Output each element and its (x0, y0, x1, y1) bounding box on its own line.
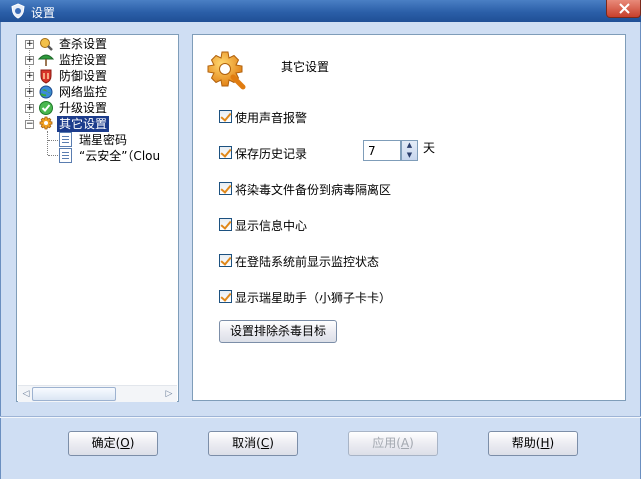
apply-button[interactable]: 应用(A) (348, 431, 438, 456)
tree-item-monitor-settings[interactable]: + 监控设置 (17, 52, 177, 68)
tree-item-scan-settings[interactable]: + 查杀设置 (17, 36, 177, 52)
show-assistant-checkbox[interactable] (219, 290, 232, 303)
tree-item-label: “云安全”（Clou (79, 149, 161, 163)
expand-icon[interactable]: + (25, 104, 34, 113)
settings-tree: + 查杀设置 + 监控设置 + 防御设置 + 网络监控 + 升级设置 − 其它设… (16, 34, 179, 402)
history-days-unit: 天 (423, 141, 436, 155)
option-label: 将染毒文件备份到病毒隔离区 (235, 183, 392, 197)
expand-icon[interactable]: + (25, 72, 34, 81)
sound-alarm-checkbox[interactable] (219, 110, 232, 123)
apply-label: 应用 (372, 436, 397, 450)
tree-item-label: 升级设置 (59, 101, 108, 115)
history-days-input[interactable]: 7 (363, 140, 401, 161)
scan-icon (40, 38, 53, 51)
close-button[interactable] (606, 0, 641, 18)
upgrade-icon (39, 101, 53, 115)
document-icon (59, 132, 72, 147)
defense-icon (40, 69, 52, 84)
help-hotkey: H (540, 436, 550, 450)
tree-horizontal-scrollbar[interactable]: ◁ ▷ (18, 385, 177, 402)
ok-label: 确定 (91, 436, 116, 450)
app-shield-icon (11, 3, 25, 19)
tree-item-other-settings[interactable]: − 其它设置 (17, 116, 177, 132)
option-label: 显示瑞星助手（小狮子卡卡） (235, 291, 392, 305)
cancel-button[interactable]: 取消(C) (208, 431, 298, 456)
collapse-icon[interactable]: − (25, 120, 34, 129)
tree-item-upgrade-settings[interactable]: + 升级设置 (17, 100, 177, 116)
title-bar: 设置 (0, 0, 641, 22)
apply-hotkey: A (400, 436, 410, 450)
scrollbar-thumb[interactable] (32, 387, 116, 401)
info-center-checkbox[interactable] (219, 218, 232, 231)
option-label: 保存历史记录 (235, 147, 308, 161)
expand-icon[interactable]: + (25, 40, 34, 49)
scroll-left-icon[interactable]: ◁ (19, 387, 33, 401)
tree-item-label: 防御设置 (59, 69, 108, 83)
tree-item-defense-settings[interactable]: + 防御设置 (17, 68, 177, 84)
tree-item-label: 监控设置 (59, 53, 108, 67)
window-title: 设置 (31, 6, 56, 20)
history-days-stepper[interactable]: ▲ ▼ (401, 140, 418, 161)
option-label: 显示信息中心 (235, 219, 308, 233)
tree-item-label: 其它设置 (57, 116, 110, 132)
ok-button[interactable]: 确定(O) (68, 431, 158, 456)
document-icon (59, 148, 72, 163)
tree-item-label: 网络监控 (59, 85, 108, 99)
other-settings-panel: 其它设置 使用声音报警 保存历史记录 7 ▲ ▼ 天 将染毒文件备份到病毒隔离区… (192, 34, 626, 401)
tree-item-cloud-security[interactable]: “云安全”（Clou (17, 148, 177, 164)
tree-item-network-monitor[interactable]: + 网络监控 (17, 84, 177, 100)
cancel-label: 取消 (232, 436, 257, 450)
monitor-before-login-checkbox[interactable] (219, 254, 232, 267)
set-exclude-targets-button[interactable]: 设置排除杀毒目标 (219, 320, 337, 343)
network-icon (39, 85, 53, 99)
gear-icon (207, 51, 246, 90)
option-label: 使用声音报警 (235, 111, 308, 125)
tree-item-label: 查杀设置 (59, 37, 108, 51)
tree-item-label: 瑞星密码 (79, 133, 128, 147)
section-title: 其它设置 (281, 60, 330, 74)
spin-up-icon[interactable]: ▲ (402, 141, 417, 150)
expand-icon[interactable]: + (25, 56, 34, 65)
help-button[interactable]: 帮助(H) (488, 431, 578, 456)
ok-hotkey: O (120, 436, 130, 450)
help-label: 帮助 (511, 436, 536, 450)
close-icon (619, 3, 630, 14)
footer-divider-highlight (0, 417, 641, 418)
tree-item-rising-password[interactable]: 瑞星密码 (17, 132, 177, 148)
scroll-right-icon[interactable]: ▷ (162, 387, 176, 401)
monitor-icon (38, 54, 54, 66)
expand-icon[interactable]: + (25, 88, 34, 97)
cancel-hotkey: C (260, 436, 270, 450)
save-history-checkbox[interactable] (219, 146, 232, 159)
option-label: 在登陆系统前显示监控状态 (235, 255, 380, 269)
spin-down-icon[interactable]: ▼ (402, 151, 417, 160)
backup-infected-checkbox[interactable] (219, 182, 232, 195)
gear-icon (39, 116, 53, 130)
